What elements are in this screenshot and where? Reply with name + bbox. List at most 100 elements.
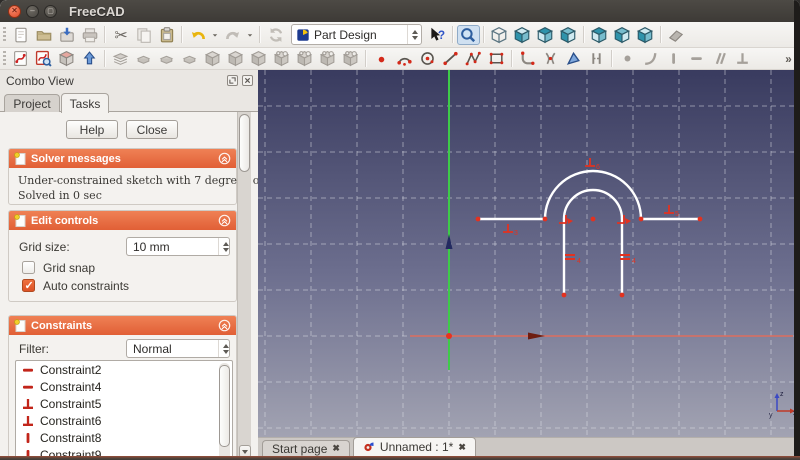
scrollbar-thumb[interactable] — [219, 365, 230, 447]
create-rectangle-button[interactable] — [485, 48, 508, 69]
collapse-section-icon[interactable] — [218, 319, 231, 332]
create-line-button[interactable] — [439, 48, 462, 69]
toolbar-grip-handle[interactable] — [3, 51, 6, 66]
toolbar-separator — [611, 50, 613, 67]
tab-project[interactable]: Project — [4, 94, 60, 112]
constrain-parallel-icon — [715, 52, 726, 65]
create-polyline-button[interactable] — [462, 48, 485, 69]
tab-tasks[interactable]: Tasks — [61, 93, 109, 113]
panel-close-button[interactable] — [242, 75, 253, 86]
new-document-button[interactable] — [9, 24, 32, 45]
external-geometry-button[interactable] — [562, 48, 585, 69]
tab-unnamed-document[interactable]: Unnamed : 1* ✖ — [352, 437, 476, 456]
grid-size-spinbox[interactable]: 10 mm — [126, 237, 230, 256]
create-fillet-button[interactable] — [516, 48, 539, 69]
collapse-section-icon[interactable] — [218, 214, 231, 227]
toolbar-separator — [181, 26, 183, 43]
view-right-button[interactable] — [557, 24, 580, 45]
undo-button[interactable] — [186, 24, 209, 45]
toolbar-grip-handle[interactable] — [3, 27, 6, 42]
toolbar-file-view: ✂ Part Design? — [0, 22, 800, 48]
panel-scrollbar-thumb[interactable] — [239, 114, 250, 172]
edit-sketch-button[interactable] — [32, 48, 55, 69]
grid-snap-checkbox[interactable] — [22, 261, 35, 274]
sketch-points[interactable] — [475, 216, 703, 298]
constraint-list[interactable]: Constraint2 Constraint4 Constraint5 Constra… — [15, 360, 233, 460]
clear-measurement-button[interactable] — [665, 24, 688, 45]
constrain-perpendicular-button — [731, 48, 754, 69]
help-button[interactable]: Help — [66, 120, 118, 139]
create-point-button[interactable] — [370, 48, 393, 69]
cut-button[interactable]: ✂ — [109, 24, 132, 45]
clear-measurement-icon — [669, 29, 684, 42]
filter-dropdown[interactable]: Normal — [126, 339, 230, 358]
close-task-button[interactable]: Close — [126, 120, 178, 139]
solver-messages-section: Solver messages Under-constrained sketch… — [8, 148, 313, 205]
dropdown-arrows-icon[interactable] — [218, 340, 229, 357]
refresh-icon — [269, 27, 282, 42]
new-sketch-button[interactable] — [9, 48, 32, 69]
window-minimize-button[interactable]: – — [26, 4, 39, 18]
create-circle-button[interactable] — [416, 48, 439, 69]
constraint-markers[interactable]: 6 5 3 4 4 — [503, 158, 679, 265]
constraint-list-item[interactable]: Constraint2 — [16, 361, 232, 378]
create-polyline-icon — [465, 51, 481, 66]
map-sketch-button[interactable] — [55, 48, 78, 69]
constraints-header[interactable]: Constraints — [9, 316, 236, 335]
window-close-button[interactable]: ✕ — [8, 4, 21, 18]
linear-pattern-button — [293, 48, 316, 69]
view-bottom-button[interactable] — [611, 24, 634, 45]
revolution-button — [132, 48, 155, 69]
view-front-icon — [514, 26, 531, 43]
close-tab-icon[interactable]: ✖ — [458, 442, 466, 453]
spinner-arrows-icon[interactable] — [218, 238, 229, 255]
view-rear-button[interactable] — [588, 24, 611, 45]
constrain-vertical-icon — [672, 53, 675, 64]
constraint-list-item[interactable]: Constraint8 — [16, 429, 232, 446]
draft-icon — [250, 50, 267, 67]
whats-this-button[interactable]: ? — [426, 24, 449, 45]
revolution-icon — [136, 55, 151, 64]
constraint-list-item[interactable]: Constraint6 — [16, 412, 232, 429]
solver-messages-header[interactable]: Solver messages — [9, 149, 236, 168]
sketch-canvas[interactable]: 6 5 3 4 4 zxy — [258, 70, 794, 437]
edit-controls-header[interactable]: Edit controls — [9, 211, 236, 230]
tab-start-page[interactable]: Start page ✖ — [262, 440, 350, 456]
perpendicular-constraint-icon — [23, 398, 33, 409]
create-arc-button[interactable] — [393, 48, 416, 69]
solver-time: Solved in 0 sec — [18, 189, 102, 202]
redo-menu-button — [244, 24, 256, 45]
view-front-button[interactable] — [511, 24, 534, 45]
view-left-button[interactable] — [634, 24, 657, 45]
multi-transform-button — [339, 48, 362, 69]
trim-edge-button[interactable] — [539, 48, 562, 69]
sketch-geometry[interactable] — [476, 169, 702, 297]
panel-scrollbar[interactable] — [237, 112, 251, 460]
auto-constraints-checkbox[interactable] — [22, 279, 35, 292]
3d-viewport[interactable]: 6 5 3 4 4 zxy — [258, 70, 794, 437]
close-tab-icon[interactable]: ✖ — [332, 443, 340, 454]
paste-button[interactable] — [155, 24, 178, 45]
constraint-list-item[interactable]: Constraint5 — [16, 395, 232, 412]
construction-mode-button[interactable] — [585, 48, 608, 69]
freecad-document-icon — [364, 442, 374, 452]
collapse-section-icon[interactable] — [218, 152, 231, 165]
leave-sketch-button[interactable] — [78, 48, 101, 69]
window-maximize-button[interactable]: ▢ — [44, 4, 57, 18]
fit-all-button[interactable] — [456, 24, 480, 45]
titlebar[interactable]: ✕ – ▢ FreeCAD — [0, 0, 800, 23]
panel-float-button[interactable] — [227, 75, 238, 86]
task-page-icon — [14, 214, 26, 227]
cut-icon: ✂ — [114, 27, 127, 43]
groove-icon — [182, 55, 197, 64]
constraint-list-item[interactable]: Constraint4 — [16, 378, 232, 395]
origin-point[interactable] — [446, 333, 452, 339]
view-axonometric-button[interactable] — [488, 24, 511, 45]
undo-menu-button[interactable] — [209, 24, 221, 45]
view-top-button[interactable] — [534, 24, 557, 45]
undo-menu-icon — [212, 33, 218, 37]
open-document-button[interactable] — [32, 24, 55, 45]
workbench-selector[interactable]: Part Design — [291, 24, 422, 45]
save-document-button[interactable] — [55, 24, 78, 45]
constraint-list-scrollbar[interactable] — [219, 363, 230, 460]
